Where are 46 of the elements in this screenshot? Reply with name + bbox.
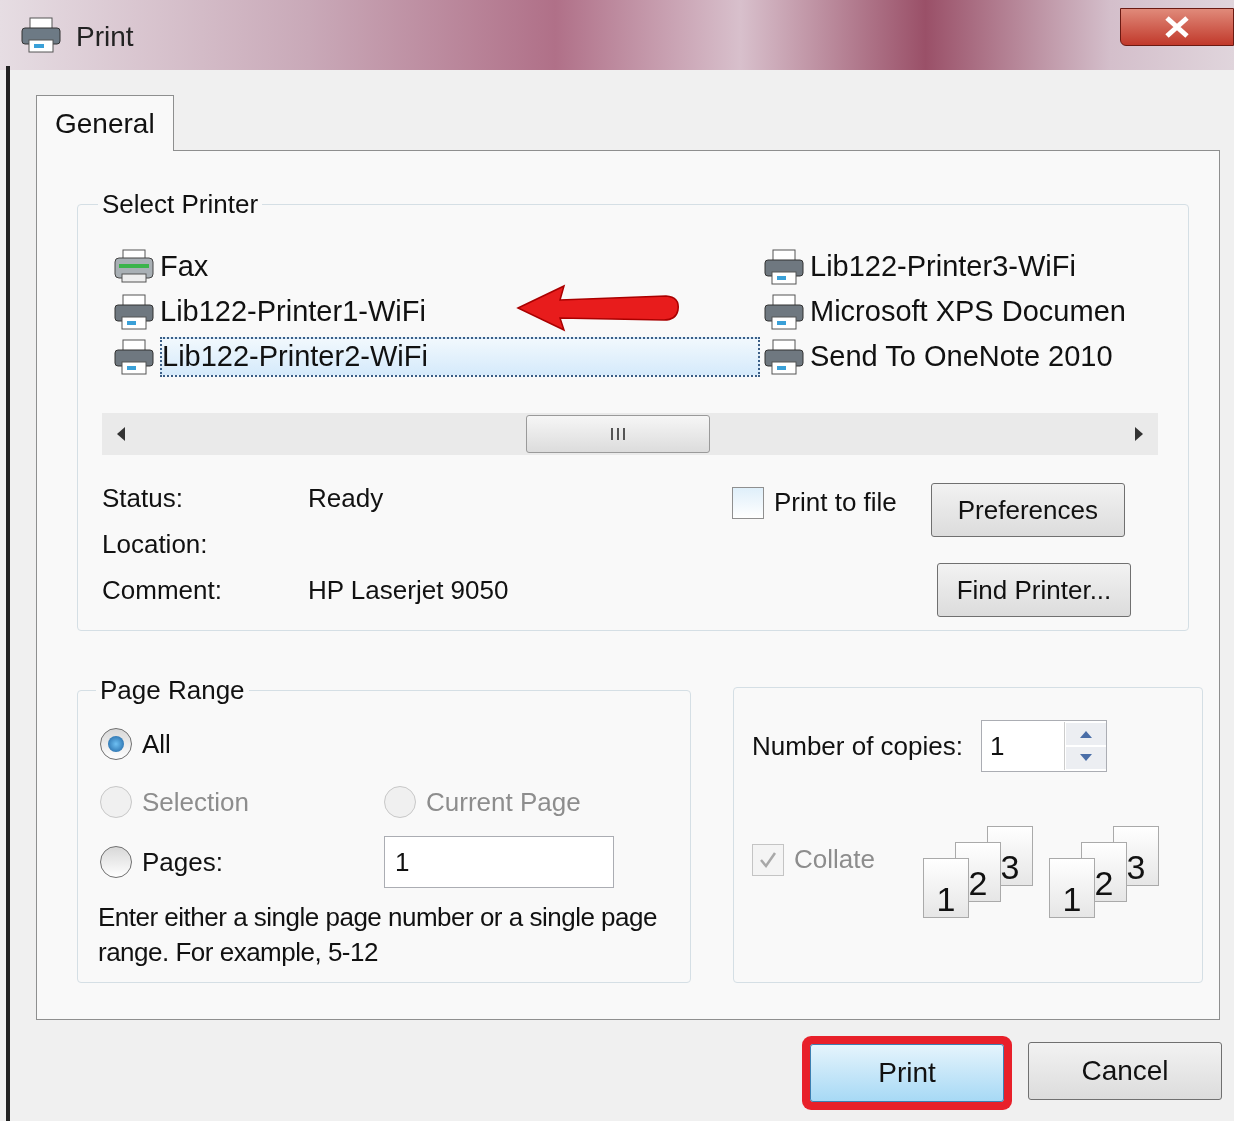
radio-button[interactable] xyxy=(100,846,132,878)
tab[interactable]: General xyxy=(36,95,174,151)
printer-icon xyxy=(112,292,156,331)
find-printer-button[interactable]: Find Printer... xyxy=(937,563,1131,617)
pages-input[interactable]: 1 xyxy=(384,836,614,888)
grip-icon xyxy=(608,428,628,440)
checkbox-label[interactable]: Print to file xyxy=(774,483,897,522)
spin-down-icon[interactable] xyxy=(1065,746,1107,770)
close-button[interactable] xyxy=(1120,8,1234,46)
info-value: HP Laserjet 9050 xyxy=(308,573,510,607)
info-value: Ready xyxy=(308,481,385,515)
printer-item[interactable]: Microsoft XPS Documen xyxy=(810,289,1126,334)
horizontal-scrollbar[interactable] xyxy=(102,413,1158,455)
fax-icon xyxy=(112,247,156,286)
window-title: Print xyxy=(76,20,134,54)
printer-item[interactable]: Fax xyxy=(160,244,209,289)
info-label: Comment: xyxy=(102,573,223,607)
spin-up-icon[interactable] xyxy=(1065,722,1107,746)
printer-icon xyxy=(20,16,62,54)
close-icon xyxy=(1164,16,1190,38)
preferences-button[interactable]: Preferences xyxy=(930,483,1125,537)
printer-icon xyxy=(112,337,156,376)
collate-pages-drawing: 1 2 3 xyxy=(922,826,1035,922)
printer-item[interactable]: Lib122-Printer2-WiFi xyxy=(160,336,760,377)
scroll-left-icon[interactable] xyxy=(116,427,126,441)
collate-pages-drawing: 1 2 3 xyxy=(1048,826,1161,922)
group-title: Select Printer xyxy=(101,188,260,221)
radio-button[interactable] xyxy=(100,728,132,760)
checkbox[interactable] xyxy=(732,486,764,519)
printer-icon xyxy=(762,247,806,286)
info-label: Status: xyxy=(102,481,184,515)
group-title: Page Range xyxy=(99,674,246,707)
printer-item[interactable]: Lib122-Printer3-WiFi xyxy=(810,244,1076,289)
scroll-right-icon[interactable] xyxy=(1134,427,1144,441)
hint-text: Enter either a single page number or a single page range. For example, 5-12 xyxy=(98,901,658,969)
radio-label[interactable]: All xyxy=(142,724,171,764)
printer-icon xyxy=(762,292,806,331)
printer-icon xyxy=(762,337,806,376)
copies-spinner[interactable]: 1 xyxy=(981,720,1107,772)
printer-item[interactable]: Lib122-Printer1-WiFi xyxy=(160,289,426,334)
scrollbar-thumb[interactable] xyxy=(526,415,710,453)
radio-label[interactable]: Pages: xyxy=(142,842,223,882)
printer-item[interactable]: Send To OneNote 2010 xyxy=(810,334,1113,379)
info-label: Location: xyxy=(102,527,209,561)
cancel-button[interactable]: Cancel xyxy=(1028,1042,1222,1100)
copies-label: Number of copies: xyxy=(752,729,963,763)
